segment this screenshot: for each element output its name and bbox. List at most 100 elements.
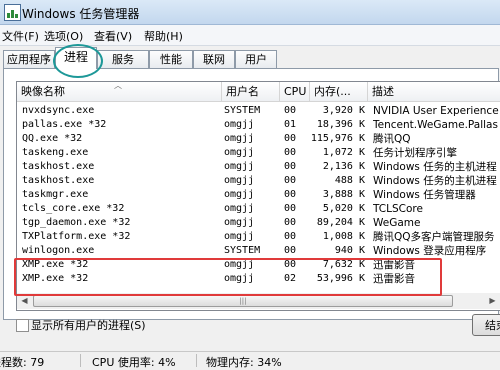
list-header: 映像名称 ︿ 用户名 CPU 内存(... 描述 — [17, 82, 500, 102]
cell-name: taskhost.exe — [22, 161, 95, 172]
cell-mem: 3,888 K — [322, 189, 365, 200]
window-title: Windows 任务管理器 — [22, 7, 140, 21]
cell-name: nvxdsync.exe — [22, 105, 95, 116]
table-row[interactable]: tcls_core.exe *32 omgjj 00 5,020 K TCLSCore — [17, 202, 500, 216]
cell-name: winlogon.exe — [22, 245, 95, 256]
cell-desc: 腾讯QQ — [373, 133, 411, 145]
tab-performance[interactable]: 性能 — [149, 50, 193, 68]
sort-up-icon: ︿ — [114, 81, 122, 90]
column-user[interactable]: 用户名 — [222, 82, 280, 101]
status-bar: 进程数: 79 CPU 使用率: 4% 物理内存: 34% — [0, 351, 500, 369]
cell-cpu: 01 — [284, 119, 297, 130]
cell-desc: WeGame — [373, 217, 421, 229]
menu-options[interactable]: 选项(O) — [44, 28, 83, 44]
task-manager-icon — [4, 4, 21, 21]
cell-mem: 115,976 K — [310, 133, 365, 144]
column-description[interactable]: 描述 — [368, 82, 500, 101]
menu-help[interactable]: 帮助(H) — [144, 28, 183, 44]
cell-mem: 2,136 K — [322, 161, 365, 172]
cell-desc: Windows 登录应用程序 — [373, 245, 487, 257]
cell-cpu: 00 — [284, 147, 297, 158]
cell-user: omgjj — [224, 161, 255, 172]
cell-name: tgp_daemon.exe *32 — [22, 217, 131, 228]
cell-mem: 18,396 K — [316, 119, 365, 130]
cell-desc: Windows 任务的主机进程 — [373, 161, 497, 173]
cell-user: omgjj — [224, 175, 255, 186]
cell-name: taskhost.exe — [22, 175, 95, 186]
cell-cpu: 00 — [284, 133, 297, 144]
cell-user: SYSTEM — [224, 245, 261, 256]
cell-user: omgjj — [224, 203, 255, 214]
cell-desc: 迅雷影音 — [373, 273, 415, 285]
cell-mem: 7,632 K — [322, 259, 365, 270]
table-row[interactable]: pallas.exe *32 omgjj 01 18,396 K Tencent.WeG… — [17, 118, 500, 132]
scroll-left-icon[interactable]: ◀ — [17, 294, 32, 308]
cell-desc: Tencent.WeGame.Pallas — [373, 119, 498, 131]
table-row[interactable]: XMP.exe *32 omgjj 00 7,632 K 迅雷影音 — [17, 258, 500, 272]
cell-name: XMP.exe *32 — [22, 259, 89, 270]
title-bar: Windows 任务管理器 — [0, 0, 500, 25]
cell-desc: TCLSCore — [373, 203, 423, 215]
menu-bar: 文件(F) 选项(O) 查看(V) 帮助(H) — [0, 25, 500, 46]
annotation-circle — [53, 44, 103, 78]
cell-user: omgjj — [224, 133, 255, 144]
column-memory[interactable]: 内存(... — [310, 82, 368, 101]
table-row[interactable]: XMP.exe *32 omgjj 02 53,996 K 迅雷影音 — [17, 272, 500, 286]
cell-mem: 488 K — [334, 175, 365, 186]
cell-desc: 迅雷影音 — [373, 259, 415, 271]
cell-name: tcls_core.exe *32 — [22, 203, 125, 214]
status-memory: 物理内存: 34% — [206, 356, 282, 369]
table-row[interactable]: tgp_daemon.exe *32 omgjj 00 89,204 K WeGame — [17, 216, 500, 230]
tab-services[interactable]: 服务 — [97, 50, 149, 68]
cell-mem: 1,008 K — [322, 231, 365, 242]
cell-desc: Windows 任务的主机进程 — [373, 175, 497, 187]
cell-cpu: 00 — [284, 161, 297, 172]
cell-name: TXPlatform.exe *32 — [22, 231, 131, 242]
cell-user: omgjj — [224, 231, 255, 242]
show-all-users-label: 显示所有用户的进程(S) — [31, 319, 146, 332]
cell-desc: Windows 任务管理器 — [373, 189, 476, 201]
status-process-count: 进程数: 79 — [0, 356, 45, 369]
table-row[interactable]: TXPlatform.exe *32 omgjj 00 1,008 K 腾讯QQ多客户端… — [17, 230, 500, 244]
cell-desc: 任务计划程序引擎 — [373, 147, 457, 159]
cell-name: taskmgr.exe — [22, 189, 89, 200]
cell-cpu: 00 — [284, 217, 297, 228]
cell-user: omgjj — [224, 147, 255, 158]
cell-mem: 1,072 K — [322, 147, 365, 158]
table-row[interactable]: taskeng.exe omgjj 00 1,072 K 任务计划程序引擎 — [17, 146, 500, 160]
show-all-users-checkbox[interactable] — [16, 319, 29, 332]
cell-cpu: 00 — [284, 245, 297, 256]
cell-cpu: 00 — [284, 105, 297, 116]
cell-user: omgjj — [224, 273, 255, 284]
table-row[interactable]: nvxdsync.exe SYSTEM 00 3,920 K NVIDIA User E… — [17, 104, 500, 118]
cell-name: XMP.exe *32 — [22, 273, 89, 284]
tab-networking[interactable]: 联网 — [193, 50, 235, 68]
column-cpu[interactable]: CPU — [280, 82, 310, 101]
tab-users[interactable]: 用户 — [235, 50, 277, 68]
table-row[interactable]: taskmgr.exe omgjj 00 3,888 K Windows 任务管理器 — [17, 188, 500, 202]
end-process-button[interactable]: 结束 — [472, 314, 500, 336]
scroll-thumb[interactable]: ||| — [33, 295, 453, 307]
cell-user: omgjj — [224, 189, 255, 200]
cell-name: pallas.exe *32 — [22, 119, 107, 130]
cell-name: QQ.exe *32 — [22, 133, 83, 144]
tab-applications[interactable]: 应用程序 — [3, 50, 55, 68]
table-row[interactable]: winlogon.exe SYSTEM 00 940 K Windows 登录应用程序 — [17, 244, 500, 258]
cell-cpu: 00 — [284, 189, 297, 200]
cell-user: SYSTEM — [224, 105, 261, 116]
status-cpu-usage: CPU 使用率: 4% — [92, 356, 176, 369]
cell-mem: 3,920 K — [322, 105, 365, 116]
cell-mem: 940 K — [334, 245, 365, 256]
menu-view[interactable]: 查看(V) — [94, 28, 132, 44]
table-row[interactable]: QQ.exe *32 omgjj 00 115,976 K 腾讯QQ — [17, 132, 500, 146]
cell-cpu: 00 — [284, 231, 297, 242]
menu-file[interactable]: 文件(F) — [2, 28, 39, 44]
process-list[interactable]: 映像名称 ︿ 用户名 CPU 内存(... 描述 nvxdsync.exe SYS… — [16, 81, 500, 311]
scroll-right-icon[interactable]: ▶ — [485, 294, 500, 308]
horizontal-scrollbar[interactable]: ◀ ||| ▶ — [17, 293, 500, 309]
cell-cpu: 00 — [284, 259, 297, 270]
table-row[interactable]: taskhost.exe omgjj 00 488 K Windows 任务的主机进程 — [17, 174, 500, 188]
table-row[interactable]: taskhost.exe omgjj 00 2,136 K Windows 任务的主机进… — [17, 160, 500, 174]
cell-user: omgjj — [224, 259, 255, 270]
cell-cpu: 02 — [284, 273, 297, 284]
